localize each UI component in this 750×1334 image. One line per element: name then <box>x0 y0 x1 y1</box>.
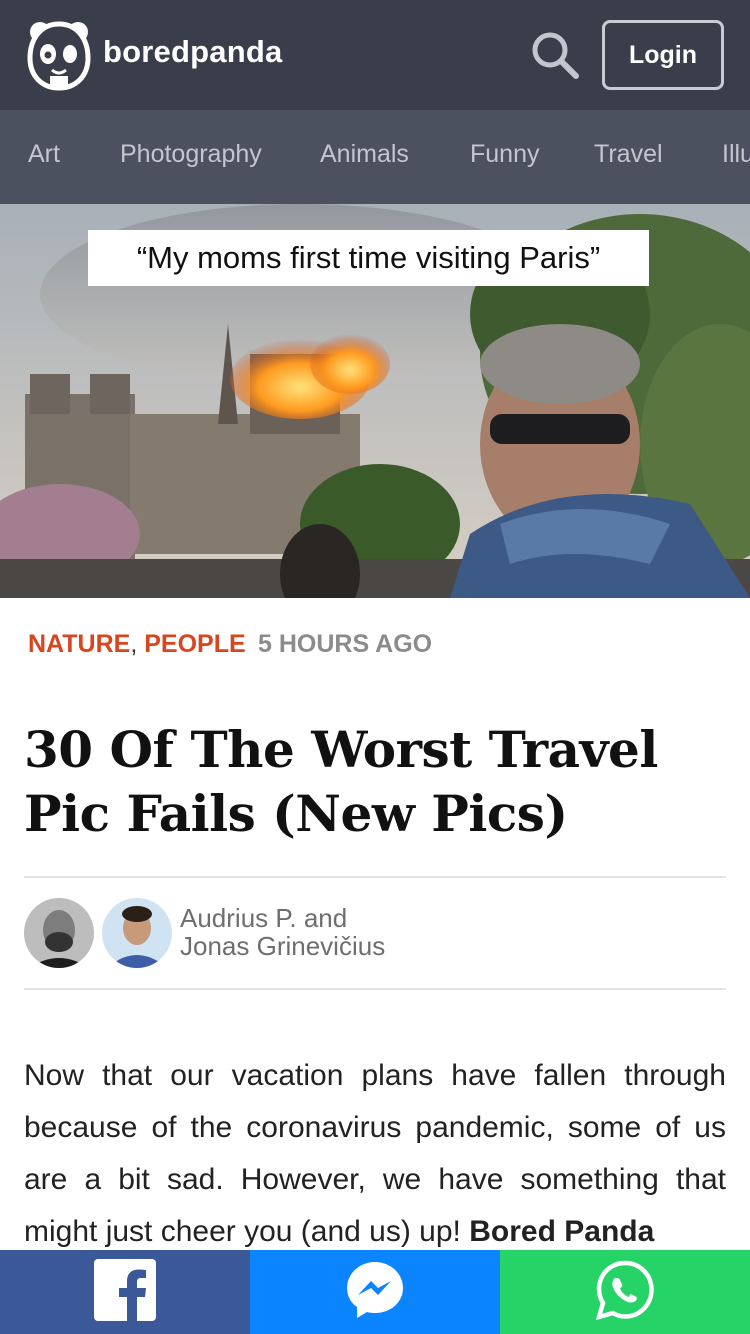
login-button[interactable]: Login <box>602 20 724 90</box>
tag-separator: , <box>130 630 138 658</box>
category-nav: Art Photography Animals Funny Travel Ill… <box>0 110 750 204</box>
post-time: 5 HOURS AGO <box>258 630 433 658</box>
hero-caption: “My moms first time visiting Paris” <box>88 230 649 286</box>
panda-logo-icon[interactable] <box>26 18 92 92</box>
tag-people[interactable]: PEOPLE <box>144 630 245 658</box>
hero-image[interactable]: “My moms first time visiting Paris” <box>0 204 750 598</box>
author-avatar-1[interactable] <box>24 898 94 968</box>
top-header: boredpanda Login <box>0 0 750 110</box>
author-line-2: Jonas Grinevičius <box>180 931 386 961</box>
article-tags: NATURE, PEOPLE <box>28 630 246 659</box>
share-bar <box>0 1250 750 1334</box>
author-avatar-2[interactable] <box>102 898 172 968</box>
facebook-icon <box>94 1258 156 1326</box>
category-travel[interactable]: Travel <box>594 140 663 169</box>
divider-top <box>24 876 726 878</box>
share-messenger-button[interactable] <box>250 1250 500 1334</box>
whatsapp-icon <box>593 1258 657 1327</box>
category-animals[interactable]: Animals <box>320 140 409 169</box>
author-names[interactable]: Audrius P. and Jonas Grinevičius <box>180 904 385 960</box>
tag-nature[interactable]: NATURE <box>28 630 130 658</box>
divider-bottom <box>24 988 726 990</box>
category-illustration[interactable]: Illu <box>722 140 750 169</box>
category-art[interactable]: Art <box>28 140 60 169</box>
article-intro-bold: Bored Panda <box>469 1215 655 1248</box>
share-whatsapp-button[interactable] <box>500 1250 750 1334</box>
author-line-1: Audrius P. and <box>180 903 348 933</box>
share-facebook-button[interactable] <box>0 1250 250 1334</box>
messenger-icon <box>344 1259 406 1326</box>
category-photography[interactable]: Photography <box>120 140 262 169</box>
article-intro: Now that our vacation plans have fallen … <box>24 1050 726 1258</box>
brand-name[interactable]: boredpanda <box>103 34 282 70</box>
search-icon[interactable] <box>530 30 580 80</box>
category-funny[interactable]: Funny <box>470 140 539 169</box>
article-title: 30 Of The Worst Travel Pic Fails (New Pi… <box>24 720 658 843</box>
